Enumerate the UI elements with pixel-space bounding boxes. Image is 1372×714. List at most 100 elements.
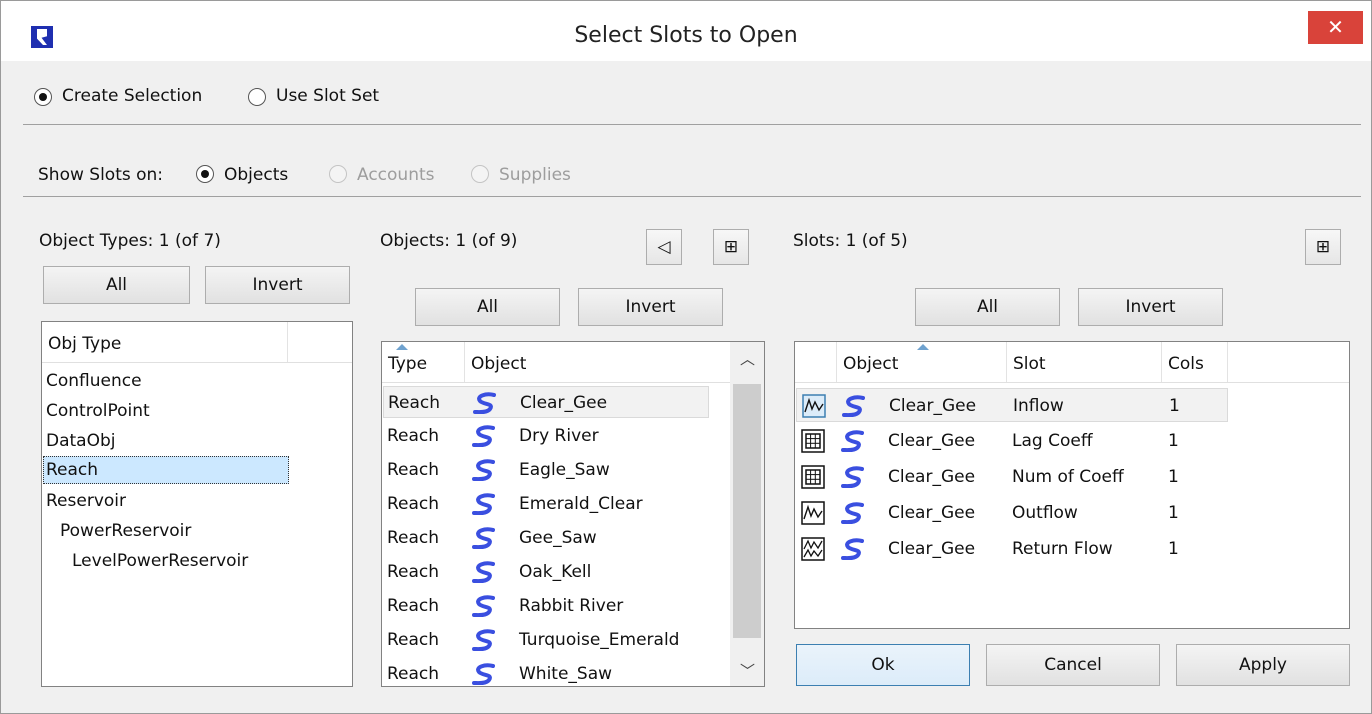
scroll-up-icon[interactable]: ︿ bbox=[740, 348, 755, 369]
ok-button[interactable]: Ok bbox=[796, 644, 970, 686]
object-cell: Clear_Gee bbox=[520, 393, 608, 413]
reach-icon bbox=[842, 395, 865, 417]
slot-name-cell: Num of Coeff bbox=[1012, 467, 1124, 487]
slot-object-column-label: Object bbox=[843, 354, 899, 374]
scrollbar-thumb[interactable] bbox=[733, 384, 761, 638]
table-slot-icon bbox=[801, 465, 825, 489]
sort-ascending-icon bbox=[396, 344, 408, 350]
agg-series-slot-icon bbox=[801, 537, 825, 561]
slot-object-cell: Clear_Gee bbox=[888, 539, 976, 559]
objects-scrollbar[interactable]: ︿ ﹀ bbox=[730, 342, 764, 686]
title-bar: Select Slots to Open ✕ bbox=[1, 1, 1371, 61]
reach-icon bbox=[472, 425, 495, 447]
type-cell: Reach bbox=[387, 630, 440, 650]
slots-menu-button[interactable]: ⊞ bbox=[1305, 229, 1341, 265]
type-column-label: Type bbox=[388, 354, 428, 374]
reach-icon bbox=[472, 595, 495, 617]
type-cell: Reach bbox=[387, 494, 440, 514]
series-slot-icon bbox=[802, 394, 826, 418]
show-objects-label[interactable]: Objects bbox=[224, 165, 288, 185]
table-slot-icon bbox=[801, 429, 825, 453]
table-row[interactable]: Reach Dry River bbox=[383, 420, 723, 452]
slot-object-cell: Clear_Gee bbox=[888, 431, 976, 451]
create-selection-label[interactable]: Create Selection bbox=[62, 86, 202, 106]
cols-cell: 1 bbox=[1169, 396, 1180, 416]
slots-count: Slots: 1 (of 5) bbox=[793, 231, 908, 251]
divider bbox=[23, 124, 1361, 125]
table-row[interactable]: Reach Emerald_Clear bbox=[383, 488, 723, 520]
use-slot-set-radio[interactable] bbox=[248, 88, 266, 106]
list-item[interactable]: PowerReservoir bbox=[60, 518, 191, 544]
table-row[interactable]: Clear_Gee Lag Coeff 1 bbox=[796, 424, 1228, 458]
list-item-selected[interactable]: Reach bbox=[43, 456, 289, 484]
objects-table[interactable]: Type Object ︿ ﹀ Reach Clear_Gee Reach Dry R… bbox=[381, 341, 765, 687]
cols-cell: 1 bbox=[1168, 503, 1179, 523]
objects-count: Objects: 1 (of 9) bbox=[380, 231, 518, 251]
cancel-button[interactable]: Cancel bbox=[986, 644, 1160, 686]
obj-type-column-header[interactable]: Obj Type bbox=[42, 322, 288, 362]
object-types-invert-button[interactable]: Invert bbox=[205, 266, 350, 304]
slot-name-cell: Inflow bbox=[1013, 396, 1064, 416]
object-cell: Dry River bbox=[519, 426, 599, 446]
series-slot-icon bbox=[801, 501, 825, 525]
close-button[interactable]: ✕ bbox=[1308, 11, 1363, 44]
list-item[interactable]: LevelPowerReservoir bbox=[72, 548, 248, 574]
show-supplies-radio bbox=[471, 165, 489, 183]
cols-column-header[interactable]: Cols bbox=[1162, 342, 1228, 382]
type-cell: Reach bbox=[387, 460, 440, 480]
table-row[interactable]: Reach Turquoise_Emerald bbox=[383, 624, 723, 656]
reach-icon bbox=[472, 629, 495, 651]
apply-button[interactable]: Apply bbox=[1176, 644, 1350, 686]
objects-menu-button[interactable]: ⊞ bbox=[713, 229, 749, 265]
show-accounts-radio bbox=[329, 165, 347, 183]
reach-icon bbox=[472, 561, 495, 583]
list-item[interactable]: DataObj bbox=[46, 428, 116, 454]
objects-all-button[interactable]: All bbox=[415, 288, 560, 326]
table-row[interactable]: Reach Eagle_Saw bbox=[383, 454, 723, 486]
type-cell: Reach bbox=[388, 393, 441, 413]
cols-cell: 1 bbox=[1168, 467, 1179, 487]
table-row[interactable]: Clear_Gee Return Flow 1 bbox=[796, 532, 1228, 566]
list-item[interactable]: Confluence bbox=[46, 368, 142, 394]
reach-icon bbox=[841, 466, 864, 488]
slots-invert-button[interactable]: Invert bbox=[1078, 288, 1223, 326]
type-cell: Reach bbox=[387, 596, 440, 616]
type-cell: Reach bbox=[387, 664, 440, 684]
reach-icon bbox=[472, 527, 495, 549]
create-selection-radio[interactable] bbox=[34, 88, 52, 106]
slots-table[interactable]: Object Slot Cols Clear_Gee Inflow 1 Clear_G… bbox=[794, 341, 1350, 629]
slot-name-cell: Outflow bbox=[1012, 503, 1078, 523]
object-cell: White_Saw bbox=[519, 664, 613, 684]
use-slot-set-label[interactable]: Use Slot Set bbox=[276, 86, 379, 106]
table-row[interactable]: Reach Gee_Saw bbox=[383, 522, 723, 554]
list-item[interactable]: Reservoir bbox=[46, 488, 126, 514]
table-row[interactable]: Reach White_Saw bbox=[383, 658, 723, 686]
objects-invert-button[interactable]: Invert bbox=[578, 288, 723, 326]
slot-object-cell: Clear_Gee bbox=[888, 467, 976, 487]
type-cell: Reach bbox=[387, 528, 440, 548]
object-types-count: Object Types: 1 (of 7) bbox=[39, 231, 221, 251]
table-row[interactable]: Clear_Gee Num of Coeff 1 bbox=[796, 460, 1228, 494]
slots-header: Object Slot Cols bbox=[795, 342, 1349, 383]
table-row[interactable]: Reach Rabbit River bbox=[383, 590, 723, 622]
list-item[interactable]: ControlPoint bbox=[46, 398, 150, 424]
table-row[interactable]: Reach Clear_Gee bbox=[383, 386, 709, 418]
type-cell: Reach bbox=[387, 426, 440, 446]
cols-cell: 1 bbox=[1168, 539, 1179, 559]
type-column-header[interactable]: Type bbox=[382, 342, 465, 382]
object-types-list[interactable]: Obj Type Confluence ControlPoint DataObj… bbox=[41, 321, 353, 687]
reach-icon bbox=[472, 493, 495, 515]
show-objects-radio[interactable] bbox=[196, 165, 214, 183]
object-types-header: Obj Type bbox=[42, 322, 352, 363]
slot-column-header[interactable]: Slot bbox=[1007, 342, 1162, 382]
slot-object-column-header[interactable]: Object bbox=[837, 342, 1007, 382]
scroll-down-icon[interactable]: ﹀ bbox=[740, 660, 755, 681]
object-types-all-button[interactable]: All bbox=[43, 266, 190, 304]
table-row[interactable]: Clear_Gee Inflow 1 bbox=[796, 388, 1228, 422]
slots-all-button[interactable]: All bbox=[915, 288, 1060, 326]
table-row[interactable]: Reach Oak_Kell bbox=[383, 556, 723, 588]
collapse-panel-button[interactable]: ◁ bbox=[646, 229, 682, 265]
table-row[interactable]: Clear_Gee Outflow 1 bbox=[796, 496, 1228, 530]
object-cell: Oak_Kell bbox=[519, 562, 592, 582]
object-column-header[interactable]: Object bbox=[465, 342, 730, 382]
